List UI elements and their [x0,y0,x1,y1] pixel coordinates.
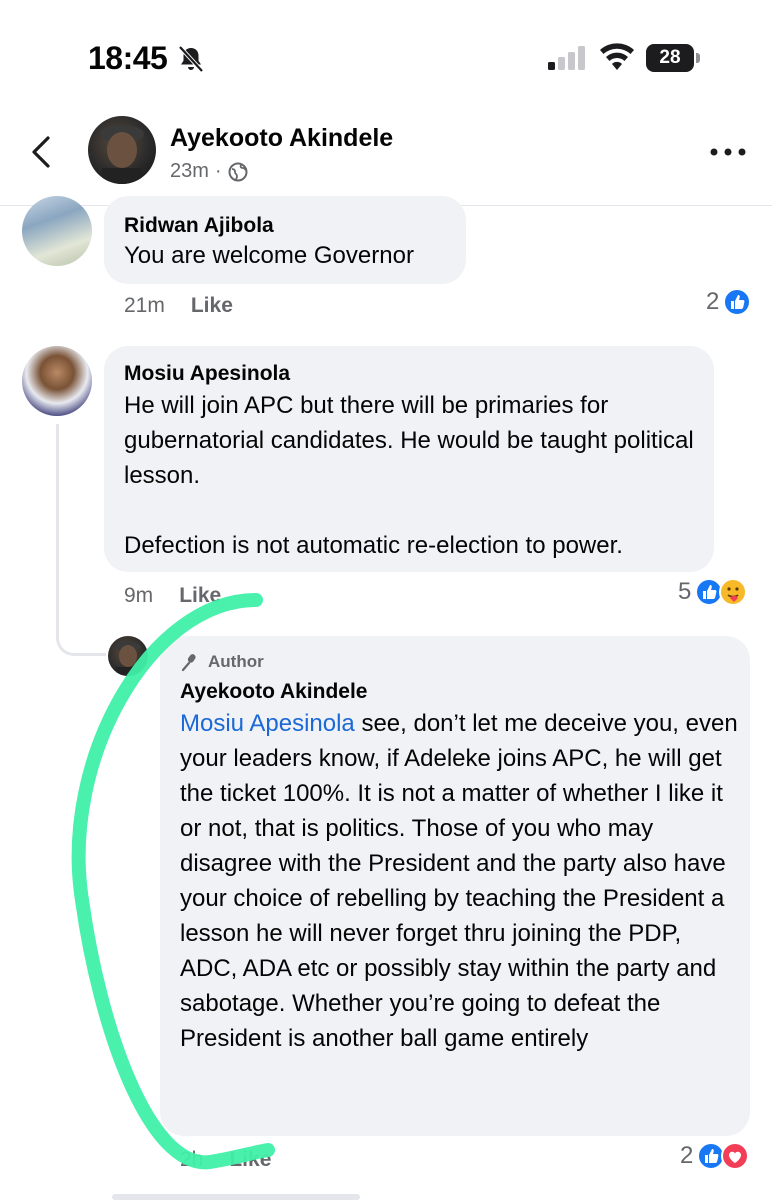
author-badge: Author [180,652,264,672]
comment-meta: 21m Like [124,294,233,318]
reaction-summary[interactable]: 5 [678,578,748,606]
reply-time: 2h [180,1148,204,1171]
comment-bubble: Mosiu Apesinola He will join APC but the… [104,346,714,572]
signal-icon [548,46,585,70]
care-reaction-icon [719,578,748,606]
reaction-summary[interactable]: 2 [680,1142,750,1170]
commenter-avatar[interactable] [22,346,92,416]
commenter-name[interactable]: Mosiu Apesinola [124,362,290,386]
comment-bubble: Ridwan Ajibola You are welcome Governor [104,196,466,284]
comment-paragraph: He will join APC but there will be prima… [124,392,694,489]
reply-text: Mosiu Apesinola see, don’t let me deceiv… [180,706,740,1056]
comment-text: You are welcome Governor [124,242,414,269]
love-reaction-icon [721,1142,750,1170]
post-meta: 23m · [170,160,248,183]
next-comment-edge [112,1194,360,1200]
battery-icon: 28 [646,44,702,72]
comment-meta: 9m Like [124,584,221,608]
like-button[interactable]: Like [191,294,233,318]
bell-off-icon [178,45,204,73]
reply-meta: 2h Like [180,1148,271,1172]
post-header: Ayekooto Akindele 23m · [0,110,772,206]
author-name[interactable]: Ayekooto Akindele [170,124,393,153]
comment-paragraph: Defection is not automatic re-election t… [124,532,623,559]
reply-avatar[interactable] [108,636,148,676]
author-microphone-icon [181,654,196,672]
mention-link[interactable]: Mosiu Apesinola [180,710,355,737]
reaction-count: 2 [706,288,720,315]
more-options-icon[interactable] [708,146,748,158]
like-button[interactable]: Like [229,1148,271,1172]
back-chevron-icon[interactable] [26,132,56,172]
reply-author-name[interactable]: Ayekooto Akindele [180,680,367,704]
thread-connector [56,424,106,656]
comment-text: He will join APC but there will be prima… [124,388,704,563]
reaction-count: 2 [680,1142,694,1169]
commenter-name[interactable]: Ridwan Ajibola [124,214,274,238]
post-time: 23m [170,160,209,182]
like-button[interactable]: Like [179,584,221,608]
reply-bubble: Author Ayekooto Akindele Mosiu Apesinola… [160,636,750,1136]
status-bar: 18:45 28 [0,0,772,110]
reaction-count: 5 [678,578,692,605]
status-time: 18:45 [88,40,168,76]
wifi-icon [600,43,634,70]
like-reaction-icon [723,288,752,316]
author-avatar[interactable] [88,116,156,184]
comment-time: 9m [124,584,154,607]
reply-body: see, don’t let me deceive you, even your… [180,710,738,1052]
meta-separator: · [214,160,222,182]
commenter-avatar[interactable] [22,196,92,266]
comment-time: 21m [124,294,165,317]
battery-level: 28 [659,47,681,68]
globe-icon [228,162,248,181]
author-badge-label: Author [208,652,264,671]
reaction-summary[interactable]: 2 [706,288,752,316]
